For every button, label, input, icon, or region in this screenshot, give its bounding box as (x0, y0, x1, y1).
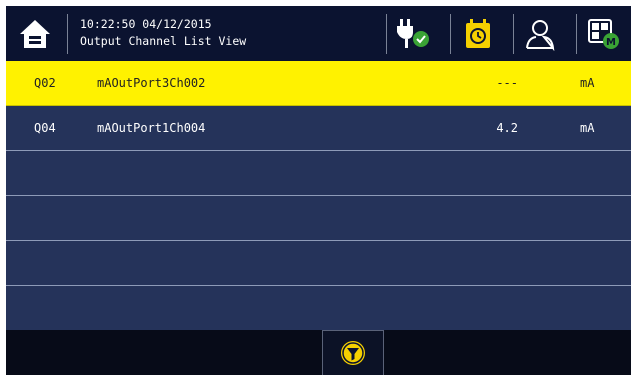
filter-icon (341, 341, 365, 365)
footer-bar (6, 330, 631, 375)
header-divider (450, 14, 451, 54)
module-manager-icon: M (588, 19, 619, 49)
channel-name: mAOutPort3Ch002 (97, 76, 206, 90)
channel-value: --- (496, 76, 518, 90)
power-plug-ok-icon (397, 19, 429, 48)
home-button[interactable] (10, 12, 60, 56)
header-datetime: 10:22:50 04/12/2015 (80, 17, 212, 31)
header-divider (386, 14, 387, 54)
table-row-empty[interactable] (6, 151, 631, 196)
power-status-button[interactable] (393, 15, 433, 53)
view-title: Output Channel List View (80, 34, 247, 48)
output-channel-list: Q02 mAOutPort3Ch002 --- mA Q04 mAOutPort… (6, 61, 631, 331)
header-bar: 10:22:50 04/12/2015 Output Channel List … (6, 6, 631, 61)
filter-button[interactable] (322, 330, 384, 375)
channel-id: Q04 (34, 121, 56, 135)
hmi-screen: 10:22:50 04/12/2015 Output Channel List … (6, 6, 631, 375)
channel-value: 4.2 (496, 121, 518, 135)
table-row-empty[interactable] (6, 241, 631, 286)
user-icon (526, 20, 555, 51)
scheduler-button[interactable] (458, 15, 498, 53)
table-row-empty[interactable] (6, 196, 631, 241)
header-divider (67, 14, 68, 54)
table-row-empty[interactable] (6, 286, 631, 331)
table-row[interactable]: Q04 mAOutPort1Ch004 4.2 mA (6, 106, 631, 151)
channel-unit: mA (580, 121, 595, 135)
header-divider (576, 14, 577, 54)
module-manager-button[interactable]: M (584, 15, 624, 53)
svg-text:M: M (606, 37, 616, 48)
home-icon (20, 20, 50, 48)
user-button[interactable] (520, 15, 560, 53)
header-info: 10:22:50 04/12/2015 Output Channel List … (80, 16, 246, 50)
header-divider (513, 14, 514, 54)
channel-id: Q02 (34, 76, 56, 90)
table-row[interactable]: Q02 mAOutPort3Ch002 --- mA (6, 61, 631, 106)
calendar-clock-icon (466, 19, 490, 48)
channel-name: mAOutPort1Ch004 (97, 121, 206, 135)
channel-unit: mA (580, 76, 595, 90)
